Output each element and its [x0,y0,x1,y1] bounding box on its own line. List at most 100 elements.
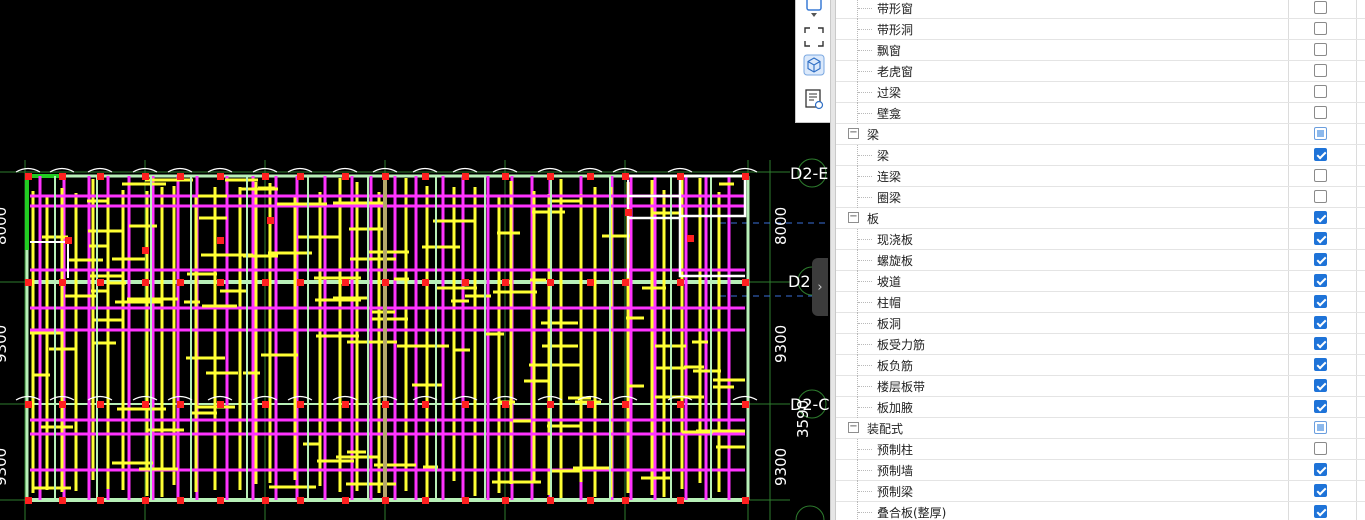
visibility-checkbox[interactable] [1314,211,1327,224]
tree-item-row[interactable]: 板洞 [836,313,1365,334]
visibility-checkbox[interactable] [1314,337,1327,350]
tree-item-label: 带形洞 [877,23,914,37]
tree-guide-line [858,344,872,345]
column-marker [217,173,224,180]
tree-item-label: 圈梁 [877,191,902,205]
visibility-checkbox[interactable] [1314,64,1327,77]
tree-item-row[interactable]: 壁龛 [836,103,1365,124]
tree-item-row[interactable]: 预制墙 [836,460,1365,481]
zoom-extent-button[interactable] [800,24,828,50]
visibility-checkbox[interactable] [1314,106,1327,119]
visibility-checkbox[interactable] [1314,253,1327,266]
visibility-checkbox[interactable] [1314,463,1327,476]
visibility-checkbox[interactable] [1314,316,1327,329]
3d-view-button[interactable] [800,52,828,78]
visibility-checkbox[interactable] [1314,379,1327,392]
visibility-checkbox[interactable] [1314,43,1327,56]
tree-item-row[interactable]: 楼层板带 [836,376,1365,397]
column-marker [587,279,594,286]
visibility-checkbox[interactable] [1314,442,1327,455]
tree-item-row[interactable]: 板负筋 [836,355,1365,376]
column-marker [97,173,104,180]
visibility-checkbox[interactable] [1314,148,1327,161]
floor-plan-drawing[interactable]: D2-ED2D2-C8000930093003590800093009300 [0,0,830,520]
tree-group-row[interactable]: − 装配式 [836,418,1365,439]
tree-item-row[interactable]: 坡道 [836,271,1365,292]
visibility-checkbox[interactable] [1314,1,1327,14]
axis-bubble [795,505,825,520]
tree-item-row[interactable]: 柱帽 [836,292,1365,313]
report-button[interactable] [800,86,828,112]
tree-guide-line [858,407,872,408]
view-dropdown-button[interactable] [800,6,828,24]
visibility-checkbox[interactable] [1314,190,1327,203]
column-marker [677,497,684,504]
tree-item-row[interactable]: 现浇板 [836,229,1365,250]
column-marker [177,401,184,408]
visibility-checkbox[interactable] [1314,421,1327,434]
panel-collapse-tab[interactable]: › [812,258,828,316]
tree-group-row[interactable]: − 梁 [836,124,1365,145]
column-marker [422,173,429,180]
column-marker [142,173,149,180]
column-marker [382,173,389,180]
tree-item-row[interactable]: 老虎窗 [836,61,1365,82]
tree-item-label: 叠合板(整厚) [877,506,947,520]
tree-item-label: 壁龛 [877,107,902,121]
visibility-checkbox[interactable] [1314,295,1327,308]
column-marker [65,237,72,244]
column-marker [587,497,594,504]
column-marker [177,173,184,180]
column-marker [547,173,554,180]
column-marker [297,173,304,180]
visibility-checkbox[interactable] [1314,358,1327,371]
visibility-checkbox[interactable] [1314,169,1327,182]
tree-item-row[interactable]: 带形洞 [836,19,1365,40]
column-marker [262,279,269,286]
visibility-checkbox[interactable] [1314,232,1327,245]
tree-item-row[interactable]: 预制柱 [836,439,1365,460]
tree-item-label: 装配式 [867,422,904,436]
column-marker [97,279,104,286]
tree-item-row[interactable]: 预制梁 [836,481,1365,502]
collapse-toggle-icon[interactable]: − [848,212,859,223]
tree-item-label: 板 [867,212,880,226]
column-marker [622,497,629,504]
visibility-checkbox[interactable] [1314,85,1327,98]
visibility-checkbox[interactable] [1314,484,1327,497]
tree-item-row[interactable]: 梁 [836,145,1365,166]
visibility-checkbox[interactable] [1314,22,1327,35]
tree-item-label: 梁 [867,128,880,142]
column-marker [342,279,349,286]
tree-item-row[interactable]: 过梁 [836,82,1365,103]
tree-guide-line [858,302,872,303]
dimension-arc [207,167,233,173]
tree-item-row[interactable]: 连梁 [836,166,1365,187]
axis-label-mid: D2 [788,272,811,291]
collapse-toggle-icon[interactable]: − [848,128,859,139]
visibility-checkbox[interactable] [1314,274,1327,287]
column-marker [622,279,629,286]
visibility-checkbox[interactable] [1314,400,1327,413]
tree-item-row[interactable]: 带形窗 [836,0,1365,19]
tree-item-row[interactable]: 板受力筋 [836,334,1365,355]
column-marker [502,401,509,408]
visibility-checkbox[interactable] [1314,505,1327,518]
column-marker [59,279,66,286]
visibility-checkbox[interactable] [1314,127,1327,140]
column-marker [422,279,429,286]
column-marker [547,401,554,408]
tree-item-row[interactable]: 板加腋 [836,397,1365,418]
tree-item-row[interactable]: 飘窗 [836,40,1365,61]
collapse-toggle-icon[interactable]: − [848,422,859,433]
tree-group-row[interactable]: − 板 [836,208,1365,229]
column-marker [342,173,349,180]
column-marker [742,173,749,180]
drawing-canvas[interactable]: D2-E D2 D2-C 8000 9300 9300 3590 8000 9300 9300 [0,0,830,520]
tree-item-row[interactable]: 叠合板(整厚) [836,502,1365,520]
dimension-lower: 9300 [772,448,790,486]
tree-item-row[interactable]: 圈梁 [836,187,1365,208]
dimension-arc [167,395,193,401]
tree-item-row[interactable]: 螺旋板 [836,250,1365,271]
column-marker [742,497,749,504]
